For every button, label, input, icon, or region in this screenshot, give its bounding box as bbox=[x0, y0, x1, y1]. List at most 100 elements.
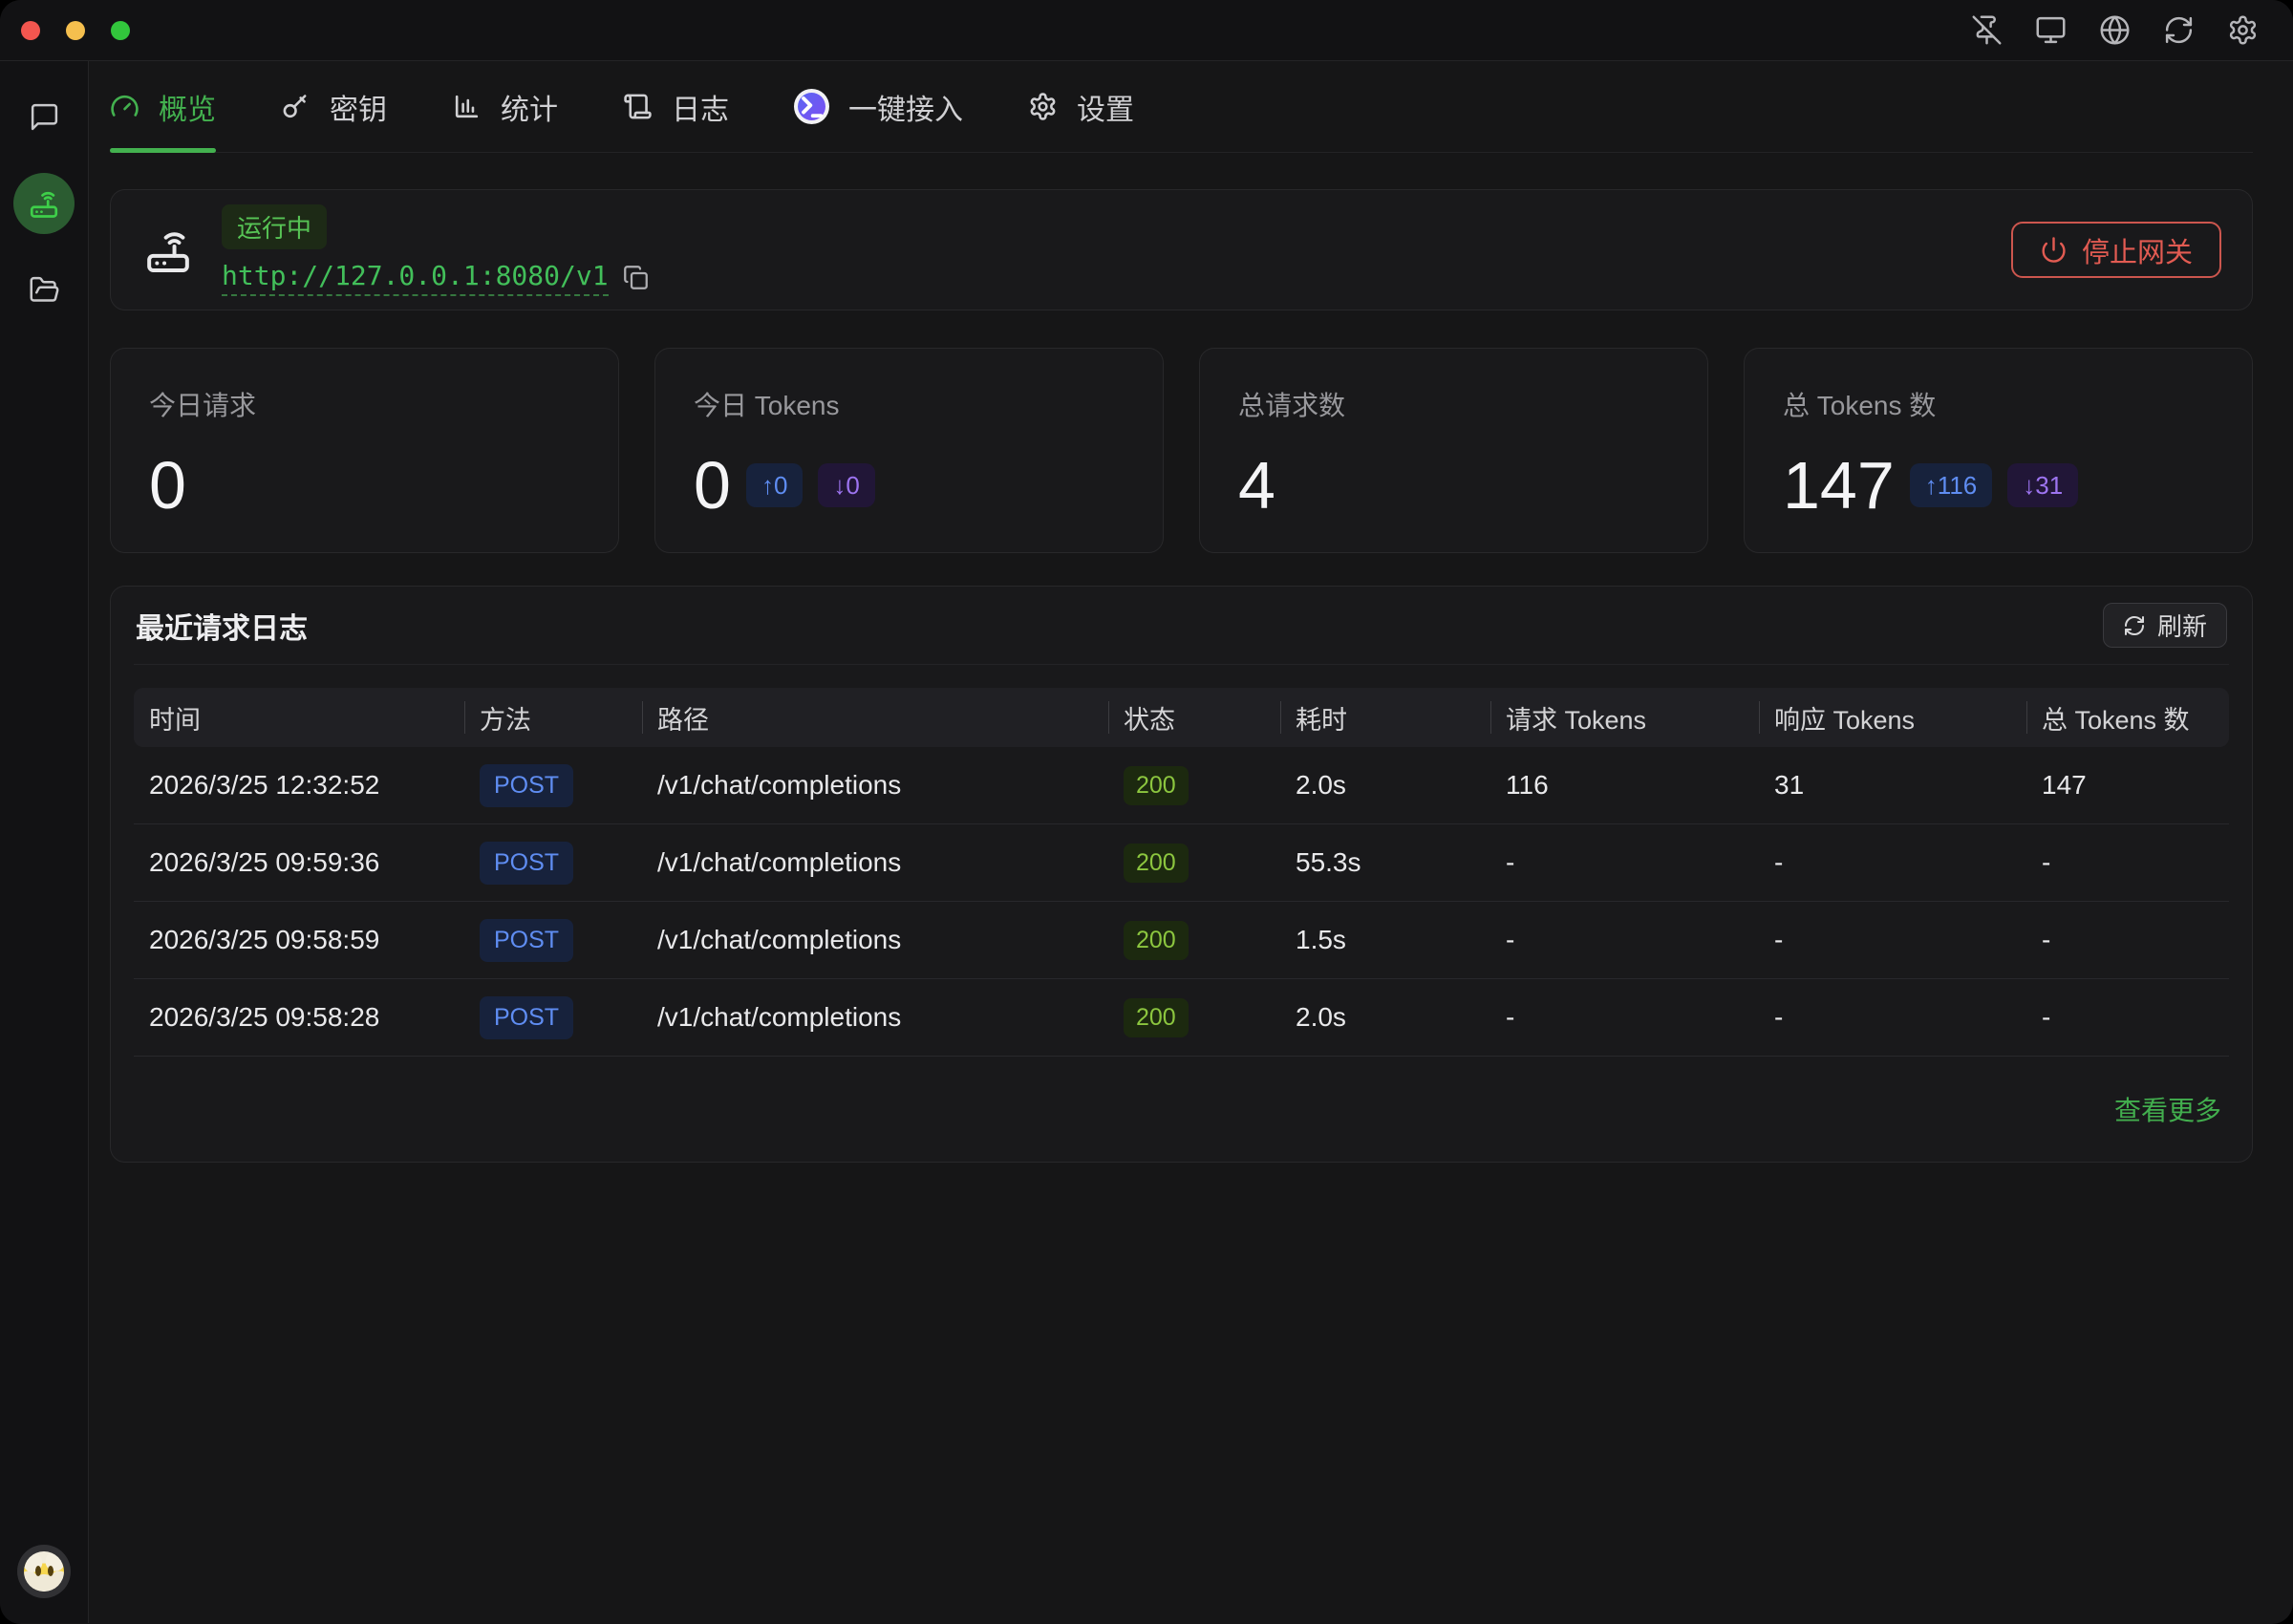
stat-card: 今日请求 0 bbox=[110, 348, 619, 553]
input-tokens-badge: ↑116 bbox=[1910, 463, 1992, 507]
cell-response-tokens: - bbox=[1759, 1002, 2026, 1033]
user-avatar[interactable] bbox=[17, 1545, 71, 1598]
cell-response-tokens: - bbox=[1759, 925, 2026, 955]
sidebar-item-chat[interactable] bbox=[29, 101, 60, 133]
log-table-header: 时间方法路径状态耗时请求 Tokens响应 Tokens总 Tokens 数 bbox=[134, 688, 2229, 747]
cell-total-tokens: - bbox=[2026, 847, 2229, 878]
cell-total-tokens: - bbox=[2026, 1002, 2229, 1033]
cell-response-tokens: - bbox=[1759, 847, 2026, 878]
cell-request-tokens: - bbox=[1490, 925, 1759, 955]
cell-request-tokens: 116 bbox=[1490, 770, 1759, 801]
tab-settings[interactable]: 设置 bbox=[1028, 61, 1134, 152]
titlebar-actions bbox=[1971, 14, 2259, 46]
refresh-icon[interactable] bbox=[2163, 14, 2195, 46]
cell-time: 2026/3/25 09:58:59 bbox=[134, 925, 464, 955]
tab-overview[interactable]: 概览 bbox=[110, 61, 216, 152]
status-badge: 运行中 bbox=[222, 204, 327, 249]
gateway-status-card: 运行中 http://127.0.0.1:8080/v1 停止网关 bbox=[110, 189, 2253, 310]
column-header: 时间 bbox=[134, 688, 464, 747]
maximize-window-button[interactable] bbox=[111, 21, 130, 40]
gauge-icon bbox=[110, 92, 139, 121]
stat-card: 今日 Tokens 0 ↑0 ↓0 bbox=[654, 348, 1164, 553]
tab-label: 日志 bbox=[672, 86, 729, 128]
stat-label: 总请求数 bbox=[1238, 385, 1669, 423]
stat-value: 147 bbox=[1783, 452, 1895, 519]
bar-chart-icon bbox=[452, 92, 482, 121]
main-content: 概览 密钥 统计 日志 一键接入 bbox=[89, 61, 2293, 1623]
column-header: 方法 bbox=[464, 688, 642, 747]
column-header: 路径 bbox=[642, 688, 1108, 747]
display-icon[interactable] bbox=[2035, 14, 2067, 46]
refresh-label: 刷新 bbox=[2157, 608, 2207, 643]
status-code-badge: 200 bbox=[1124, 998, 1189, 1037]
chat-bubble-icon bbox=[29, 101, 60, 133]
power-icon bbox=[2040, 236, 2068, 264]
tab-label: 概览 bbox=[159, 86, 216, 128]
terminal-circle-icon bbox=[794, 89, 829, 124]
refresh-button[interactable]: 刷新 bbox=[2103, 603, 2227, 648]
titlebar bbox=[0, 0, 2293, 61]
input-tokens-badge: ↑0 bbox=[746, 463, 803, 507]
view-more-link[interactable]: 查看更多 bbox=[2114, 1090, 2221, 1128]
stat-label: 今日请求 bbox=[149, 385, 580, 423]
tab-label: 设置 bbox=[1077, 86, 1134, 128]
refresh-icon bbox=[2123, 614, 2146, 637]
copy-icon[interactable] bbox=[623, 265, 649, 290]
cell-duration: 2.0s bbox=[1280, 770, 1490, 801]
tab-logs[interactable]: 日志 bbox=[623, 61, 729, 152]
method-badge: POST bbox=[480, 842, 573, 885]
router-icon bbox=[27, 186, 61, 221]
method-badge: POST bbox=[480, 996, 573, 1039]
tab-onekey-connect[interactable]: 一键接入 bbox=[794, 61, 963, 152]
tab-bar: 概览 密钥 统计 日志 一键接入 bbox=[110, 61, 2253, 153]
column-header: 总 Tokens 数 bbox=[2026, 688, 2229, 747]
sidebar-item-files[interactable] bbox=[29, 274, 60, 306]
cell-total-tokens: 147 bbox=[2026, 770, 2229, 801]
output-tokens-badge: ↓0 bbox=[818, 463, 874, 507]
scroll-icon bbox=[623, 92, 653, 121]
stat-value: 4 bbox=[1238, 452, 1275, 519]
tab-keys[interactable]: 密钥 bbox=[281, 61, 387, 152]
cell-time: 2026/3/25 12:32:52 bbox=[134, 770, 464, 801]
panel-title: 最近请求日志 bbox=[136, 605, 308, 647]
cell-path: /v1/chat/completions bbox=[642, 770, 1108, 801]
column-header: 耗时 bbox=[1280, 688, 1490, 747]
status-code-badge: 200 bbox=[1124, 766, 1189, 805]
cell-time: 2026/3/25 09:58:28 bbox=[134, 1002, 464, 1033]
stat-value: 0 bbox=[149, 452, 186, 519]
table-row: 2026/3/25 12:32:52 POST /v1/chat/complet… bbox=[134, 747, 2229, 824]
sidebar-item-gateway[interactable] bbox=[13, 173, 75, 234]
key-icon bbox=[281, 92, 311, 121]
cell-response-tokens: 31 bbox=[1759, 770, 2026, 801]
stat-card: 总 Tokens 数 147 ↑116 ↓31 bbox=[1744, 348, 2253, 553]
column-header: 状态 bbox=[1108, 688, 1280, 747]
globe-icon[interactable] bbox=[2099, 14, 2131, 46]
tab-label: 统计 bbox=[501, 86, 558, 128]
cell-path: /v1/chat/completions bbox=[642, 847, 1108, 878]
stop-gateway-label: 停止网关 bbox=[2082, 230, 2193, 270]
tab-label: 一键接入 bbox=[848, 86, 963, 128]
cell-total-tokens: - bbox=[2026, 925, 2229, 955]
sidebar bbox=[0, 61, 89, 1623]
log-table: 时间方法路径状态耗时请求 Tokens响应 Tokens总 Tokens 数 2… bbox=[134, 688, 2229, 1057]
column-header: 响应 Tokens bbox=[1759, 688, 2026, 747]
table-row: 2026/3/25 09:59:36 POST /v1/chat/complet… bbox=[134, 824, 2229, 902]
method-badge: POST bbox=[480, 764, 573, 807]
cell-request-tokens: - bbox=[1490, 1002, 1759, 1033]
stop-gateway-button[interactable]: 停止网关 bbox=[2011, 222, 2221, 278]
stat-label: 总 Tokens 数 bbox=[1783, 385, 2214, 423]
gear-icon[interactable] bbox=[2227, 14, 2259, 46]
status-code-badge: 200 bbox=[1124, 844, 1189, 883]
pin-off-icon[interactable] bbox=[1971, 14, 2003, 46]
cell-duration: 1.5s bbox=[1280, 925, 1490, 955]
cell-duration: 2.0s bbox=[1280, 1002, 1490, 1033]
cell-request-tokens: - bbox=[1490, 847, 1759, 878]
stat-card: 总请求数 4 bbox=[1199, 348, 1708, 553]
minimize-window-button[interactable] bbox=[66, 21, 85, 40]
close-window-button[interactable] bbox=[21, 21, 40, 40]
tab-stats[interactable]: 统计 bbox=[452, 61, 558, 152]
traffic-lights bbox=[21, 21, 130, 40]
cell-path: /v1/chat/completions bbox=[642, 925, 1108, 955]
folder-open-icon bbox=[29, 274, 60, 306]
gateway-url-link[interactable]: http://127.0.0.1:8080/v1 bbox=[222, 260, 609, 296]
